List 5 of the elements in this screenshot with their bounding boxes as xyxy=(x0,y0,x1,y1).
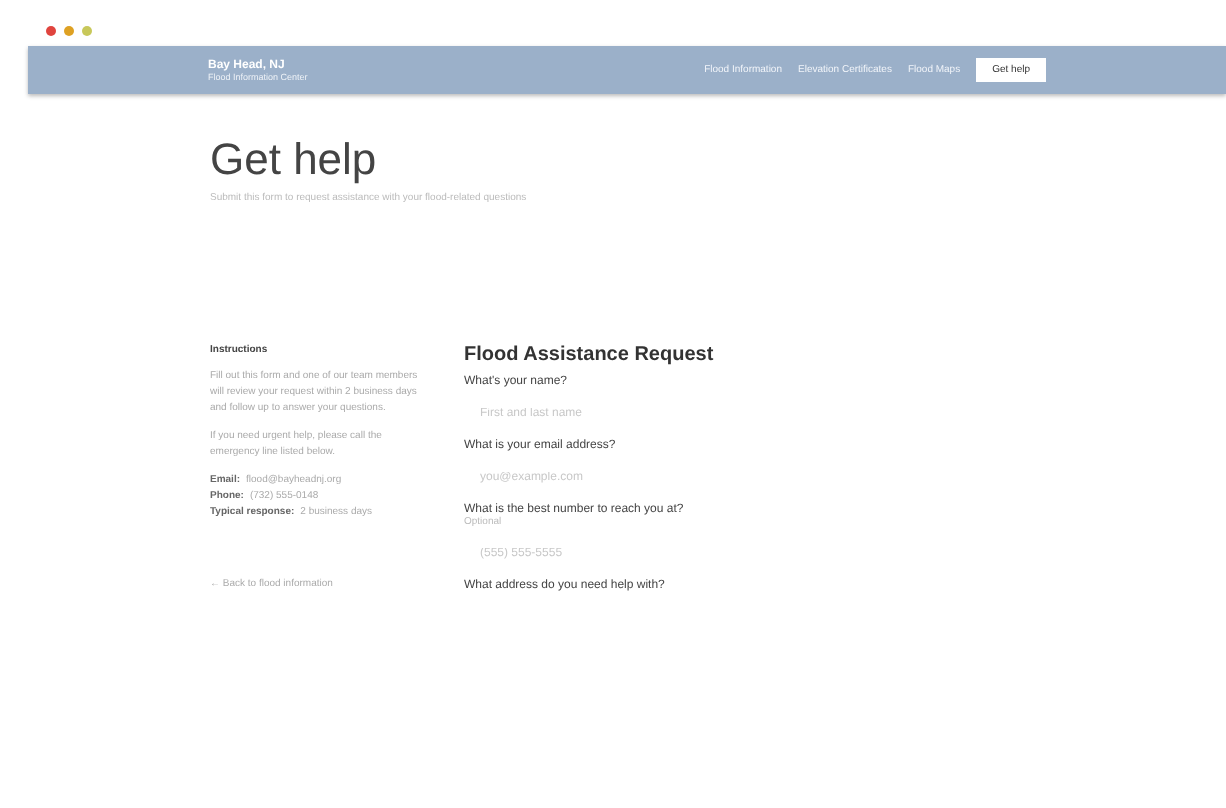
window-control-icon[interactable] xyxy=(46,26,56,36)
form-title: Flood Assistance Request xyxy=(464,344,716,366)
window-control-icon[interactable] xyxy=(64,26,74,36)
window-control-icon[interactable] xyxy=(82,26,92,36)
page-title: Get help xyxy=(210,134,379,186)
